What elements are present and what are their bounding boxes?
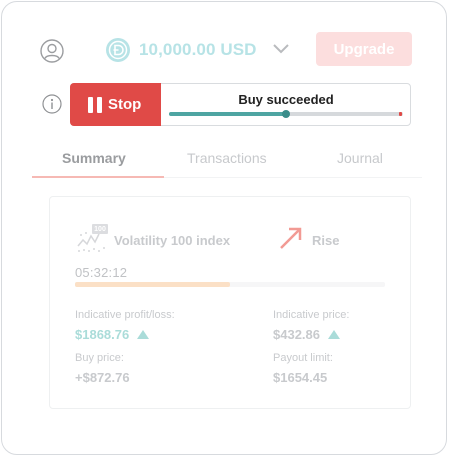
profit-value-row: $1868.76 xyxy=(75,327,175,342)
tab-transactions[interactable]: Transactions xyxy=(187,150,267,166)
price-value: $432.86 xyxy=(273,327,320,342)
payout-value: $1654.45 xyxy=(273,370,328,385)
pause-icon xyxy=(88,96,102,113)
asset-badge: 100 xyxy=(92,224,108,234)
account-balance[interactable]: 10,000.00 USD xyxy=(105,36,257,64)
payout-limit: Payout limit: $1654.45 xyxy=(273,352,333,385)
up-triangle-icon xyxy=(328,330,340,339)
asset-name: Volatility 100 index xyxy=(114,233,231,248)
trade-status-panel: Stop Buy succeeded xyxy=(70,83,411,126)
user-icon[interactable] xyxy=(40,39,64,63)
tab-summary[interactable]: Summary xyxy=(62,150,126,166)
indicative-profit: Indicative profit/loss: $1868.76 xyxy=(75,309,175,342)
coin-icon xyxy=(106,38,130,62)
contract-summary-card: 100 Volatility 100 index Rise 05:32:12 I… xyxy=(49,196,411,409)
tab-bar: Summary Transactions Journal xyxy=(32,142,422,178)
rise-arrow-icon xyxy=(280,227,302,249)
profit-label: Indicative profit/loss: xyxy=(75,309,175,321)
stop-label: Stop xyxy=(108,96,142,113)
buy-price: Buy price: +$872.76 xyxy=(75,352,130,385)
trade-progress-bar xyxy=(169,110,403,118)
stop-button[interactable]: Stop xyxy=(70,83,161,126)
buy-price-value: +$872.76 xyxy=(75,370,130,385)
price-label: Indicative price: xyxy=(273,309,350,321)
upgrade-button[interactable]: Upgrade xyxy=(316,32,412,66)
tab-journal[interactable]: Journal xyxy=(337,150,383,166)
trade-status-text: Buy succeeded xyxy=(238,92,334,107)
buy-price-label: Buy price: xyxy=(75,352,124,364)
trade-widget: 10,000.00 USD Upgrade Stop Buy succeeded… xyxy=(1,1,447,455)
indicative-price: Indicative price: $432.86 xyxy=(273,309,349,342)
contract-timer: 05:32:12 xyxy=(75,265,128,280)
profit-value: $1868.76 xyxy=(75,327,130,342)
timer-progress-bar xyxy=(75,282,385,287)
chevron-down-icon[interactable] xyxy=(271,42,291,56)
header: 10,000.00 USD Upgrade xyxy=(2,2,446,74)
balance-amount: 10,000.00 USD xyxy=(139,40,257,59)
trade-progress-knob xyxy=(282,110,290,118)
info-icon[interactable] xyxy=(42,94,62,114)
up-triangle-icon xyxy=(137,330,150,339)
payout-label: Payout limit: xyxy=(273,352,333,364)
trade-progress-fill xyxy=(169,112,286,116)
timer-progress-fill xyxy=(75,282,230,287)
trade-progress-end xyxy=(399,112,402,116)
active-tab-indicator xyxy=(32,176,164,178)
contract-direction: Rise xyxy=(312,233,340,248)
price-value-row: $432.86 xyxy=(273,327,349,342)
